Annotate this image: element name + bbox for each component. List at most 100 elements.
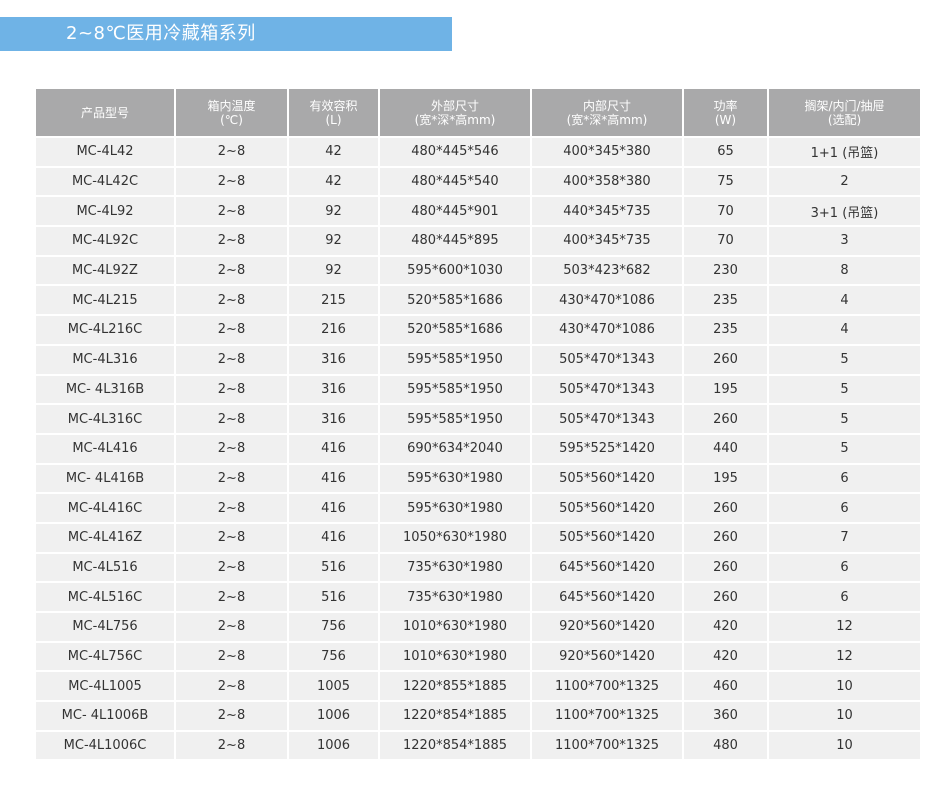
table-cell: 520*585*1686 [380,286,530,315]
table-cell: 920*560*1420 [532,642,682,671]
table-row: MC-4L1005 2~8 1005 1220*855*1885 1100*700*13… [36,672,920,701]
column-header-label: 箱内温度 [207,98,256,113]
table-row: MC-4L756C 2~8 756 1010*630*1980 920*560*1420… [36,642,920,671]
table-cell: 2~8 [176,731,287,760]
table-cell: 505*470*1343 [532,375,682,404]
table-cell: 42 [289,167,378,196]
table-row: MC- 4L1006B 2~8 1006 1220*854*1885 1100*700*… [36,702,920,730]
table-cell: 2~8 [176,523,287,552]
table-cell: 645*560*1420 [532,583,682,611]
table-cell: 260 [684,553,767,582]
table-cell: 690*634*2040 [380,434,530,463]
table-cell: 216 [289,316,378,344]
column-header-label: 产品型号 [80,105,129,120]
table-cell: 1100*700*1325 [532,731,682,760]
table-cell: 2~8 [176,138,287,166]
column-header-unit: (W) [714,112,737,127]
column-header-label: 内部尺寸 [582,98,631,113]
table-cell: 6 [769,583,920,611]
table-cell: 735*630*1980 [380,583,530,611]
table-cell: 2~8 [176,167,287,196]
table-cell: 2~8 [176,286,287,315]
column-header: 外部尺寸 (宽*深*高mm) [380,89,530,136]
table-cell: 416 [289,523,378,552]
table-cell: 595*600*1030 [380,256,530,285]
table-cell: MC-4L516C [36,583,174,611]
table-row: MC-4L215 2~8 215 520*585*1686 430*470*1086 23… [36,286,920,315]
table-cell: 2~8 [176,434,287,463]
column-header-unit: (宽*深*高mm) [566,112,648,127]
table-cell: MC-4L92C [36,227,174,255]
table-cell: 5 [769,434,920,463]
table-cell: 2~8 [176,642,287,671]
table-cell: 70 [684,197,767,226]
table-cell: 5 [769,375,920,404]
table-cell: MC- 4L1006B [36,702,174,730]
table-cell: 2 [769,167,920,196]
column-header: 产品型号 [36,89,174,136]
table-cell: 595*585*1950 [380,375,530,404]
table-cell: MC-4L1006C [36,731,174,760]
table-cell: 42 [289,138,378,166]
table-cell: 6 [769,494,920,522]
table-cell: 480 [684,731,767,760]
table-cell: 195 [684,464,767,493]
table-cell: 1050*630*1980 [380,523,530,552]
table-body: MC-4L42 2~8 42 480*445*546 400*345*380 65 1+1 … [36,138,920,760]
table-cell: 2~8 [176,702,287,730]
table-row: MC-4L516C 2~8 516 735*630*1980 645*560*1420 2… [36,583,920,611]
table-cell: 505*560*1420 [532,523,682,552]
table-cell: 1006 [289,731,378,760]
table-cell: 480*445*901 [380,197,530,226]
table-cell: 360 [684,702,767,730]
table-cell: 4 [769,286,920,315]
table-cell: 416 [289,464,378,493]
table-cell: 230 [684,256,767,285]
table-cell: 2~8 [176,345,287,374]
table-cell: 65 [684,138,767,166]
table-cell: MC-4L215 [36,286,174,315]
column-header: 箱内温度 (℃) [176,89,287,136]
table-row: MC-4L756 2~8 756 1010*630*1980 920*560*1420 4… [36,613,920,641]
table-cell: MC-4L416 [36,434,174,463]
table-cell: 520*585*1686 [380,316,530,344]
column-header-label: 外部尺寸 [430,98,479,113]
table-cell: 2~8 [176,197,287,226]
table-cell: 12 [769,613,920,641]
table-cell: MC-4L756 [36,613,174,641]
table-cell: 420 [684,613,767,641]
table-cell: 920*560*1420 [532,613,682,641]
page-title: 2~8℃医用冷藏箱系列 [66,23,256,44]
table-row: MC-4L92C 2~8 92 480*445*895 400*345*735 70 3 [36,227,920,255]
column-header-unit: (选配) [827,112,862,127]
table-row: MC-4L416C 2~8 416 595*630*1980 505*560*1420 2… [36,494,920,522]
table-cell: MC-4L42C [36,167,174,196]
table-row: MC-4L416Z 2~8 416 1050*630*1980 505*560*1420… [36,523,920,552]
table-cell: 516 [289,583,378,611]
table-cell: 75 [684,167,767,196]
column-header: 搁架/内门/抽屉 (选配) [769,89,920,136]
table-row: MC-4L316 2~8 316 595*585*1950 505*470*1343 26… [36,345,920,374]
table-cell: MC- 4L416B [36,464,174,493]
column-header-label: 功率 [713,98,738,113]
table-cell: 505*470*1343 [532,405,682,433]
table-cell: 260 [684,523,767,552]
table-cell: MC-4L416Z [36,523,174,552]
table-row: MC-4L42 2~8 42 480*445*546 400*345*380 65 1+1 … [36,138,920,166]
table-cell: 440 [684,434,767,463]
table-cell: 235 [684,286,767,315]
table-cell: 260 [684,494,767,522]
title-banner: 2~8℃医用冷藏箱系列 [0,17,452,51]
table-cell: MC-4L1005 [36,672,174,701]
table-cell: 316 [289,375,378,404]
table-cell: 92 [289,227,378,255]
table-cell: MC-4L316 [36,345,174,374]
column-header-unit: (L) [325,112,342,127]
table-cell: 595*525*1420 [532,434,682,463]
table-row: MC-4L416 2~8 416 690*634*2040 595*525*1420 44… [36,434,920,463]
table-row: MC- 4L316B 2~8 316 595*585*1950 505*470*1343… [36,375,920,404]
table-cell: 4 [769,316,920,344]
table-row: MC-4L42C 2~8 42 480*445*540 400*358*380 75 2 [36,167,920,196]
table-cell: 480*445*546 [380,138,530,166]
table-cell: MC-4L92 [36,197,174,226]
